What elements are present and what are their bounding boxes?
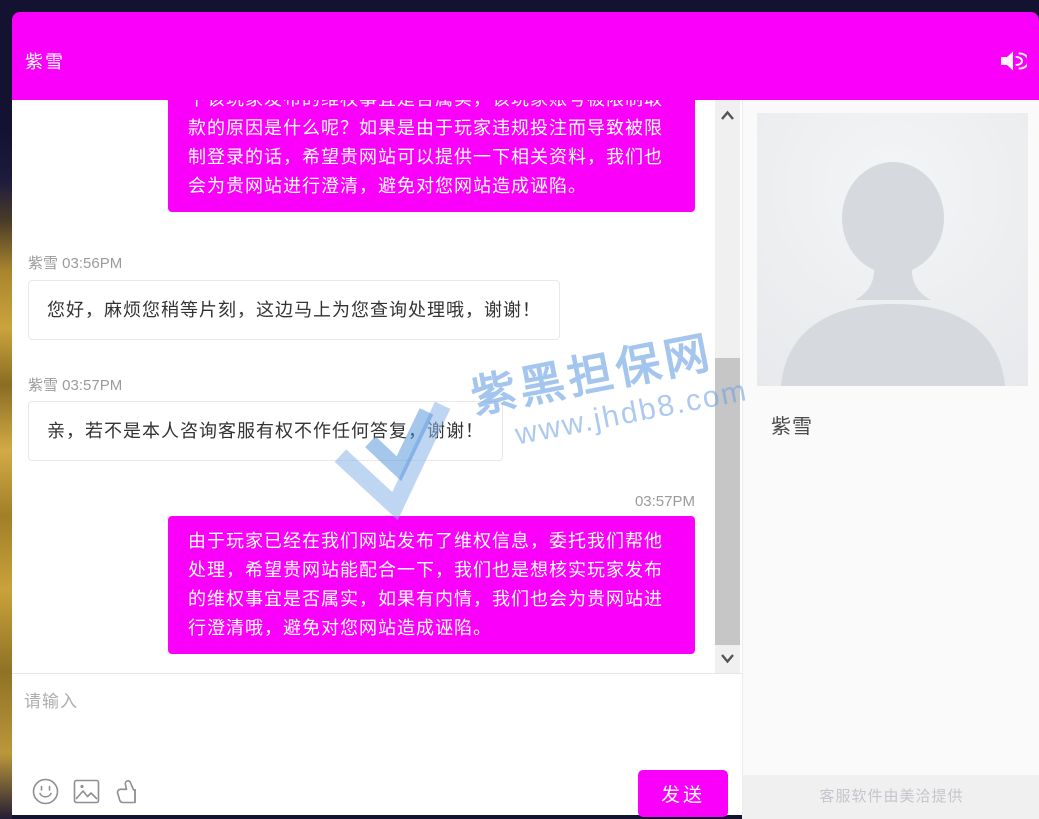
- chat-widget: 紫雪 下该玩家发布的维权事宜是否属实，该玩家账号被限制取款的原因是什么呢？如果是…: [12, 12, 1039, 819]
- agent-sidebar: 紫雪 客服软件由美洽提供: [742, 100, 1039, 819]
- chat-scrollbar[interactable]: [715, 100, 740, 673]
- agent-message: 亲，若不是本人咨询客服有权不作任何答复，谢谢！: [28, 401, 503, 461]
- chat-header: 紫雪: [12, 12, 1039, 100]
- composer: [12, 673, 742, 815]
- scrollbar-thumb[interactable]: [715, 358, 740, 645]
- visitor-message: 由于玩家已经在我们网站发布了维权信息，委托我们帮他处理，希望贵网站能配合一下，我…: [168, 516, 695, 654]
- thumbs-up-icon[interactable]: [114, 778, 143, 805]
- page-background-strip: [0, 0, 12, 819]
- emoji-icon[interactable]: [32, 778, 59, 805]
- message-timestamp: 03:57PM: [28, 493, 695, 510]
- scroll-up-icon[interactable]: [718, 108, 737, 124]
- image-icon[interactable]: [73, 779, 100, 804]
- avatar: [757, 113, 1028, 386]
- message-meta: 紫雪 03:57PM: [28, 374, 695, 395]
- send-button[interactable]: 发送: [638, 770, 728, 817]
- message-input[interactable]: [12, 674, 712, 760]
- visitor-message: 下该玩家发布的维权事宜是否属实，该玩家账号被限制取款的原因是什么呢？如果是由于玩…: [168, 100, 695, 212]
- agent-message: 您好，麻烦您稍等片刻，这边马上为您查询处理哦，谢谢！: [28, 280, 560, 340]
- speaker-icon[interactable]: [999, 49, 1027, 73]
- message-list: 下该玩家发布的维权事宜是否属实，该玩家账号被限制取款的原因是什么呢？如果是由于玩…: [12, 100, 715, 673]
- agent-title: 紫雪: [25, 48, 65, 74]
- provider-footer: 客服软件由美洽提供: [743, 775, 1039, 819]
- scroll-down-icon[interactable]: [718, 650, 737, 666]
- composer-toolbar: [32, 778, 143, 805]
- agent-name: 紫雪: [771, 410, 813, 439]
- message-meta: 紫雪 03:56PM: [28, 252, 695, 273]
